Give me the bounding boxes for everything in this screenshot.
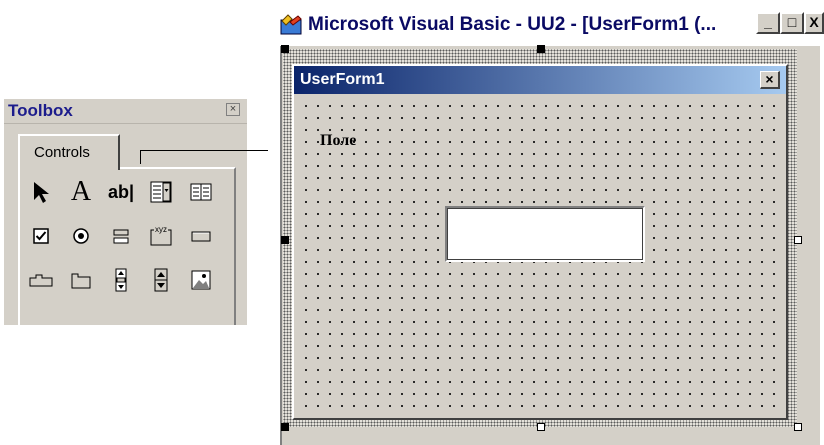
callout-label: Поле (320, 132, 357, 149)
togglebutton-icon (113, 229, 129, 244)
toolbox-close-button[interactable]: × (226, 103, 240, 116)
listbox-icon (190, 183, 212, 201)
commandbutton-tool-button[interactable] (184, 219, 218, 253)
label-icon: A (70, 176, 92, 207)
optionbutton-icon (73, 228, 89, 244)
tabstrip-icon (29, 274, 53, 287)
multipage-tool-button[interactable] (64, 263, 98, 297)
resize-handle-middle-left[interactable] (281, 236, 289, 244)
optionbutton-tool-button[interactable] (64, 219, 98, 253)
image-icon (191, 270, 211, 290)
combobox-tool-button[interactable] (144, 175, 178, 209)
combobox-icon (150, 181, 172, 203)
vb-titlebar[interactable]: Microsoft Visual Basic - UU2 - [UserForm… (268, 0, 824, 42)
toolbox-title: Toolbox (8, 101, 73, 120)
multipage-icon (71, 273, 91, 289)
spinbutton-icon (154, 268, 168, 292)
textbox-field[interactable] (445, 206, 645, 262)
frame-tool-button[interactable]: xyz (144, 219, 178, 253)
textbox-icon: ab| (107, 181, 135, 202)
callout-line-vertical (140, 150, 141, 164)
pointer-tool-button[interactable] (24, 175, 58, 209)
commandbutton-icon (191, 231, 211, 242)
toolbox-titlebar[interactable]: Toolbox × (4, 99, 247, 124)
userform-titlebar[interactable]: UserForm1 × (294, 66, 786, 94)
toolbox-controls-panel: A ab| xyz (18, 167, 236, 325)
tab-controls[interactable]: Controls (18, 134, 120, 170)
spinbutton-tool-button[interactable] (144, 263, 178, 297)
resize-handle-bottom-left[interactable] (281, 423, 289, 431)
resize-handle-bottom-right[interactable] (794, 423, 802, 431)
close-button[interactable]: X (804, 12, 824, 34)
minimize-button[interactable]: _ (756, 12, 780, 34)
resize-handle-top-left[interactable] (281, 45, 289, 53)
checkbox-tool-button[interactable] (24, 219, 58, 253)
listbox-tool-button[interactable] (184, 175, 218, 209)
image-tool-button[interactable] (184, 263, 218, 297)
maximize-button[interactable]: □ (780, 12, 804, 34)
vb-app-icon (280, 14, 304, 41)
resize-handle-middle-right[interactable] (794, 236, 802, 244)
vb-window-title: Microsoft Visual Basic - UU2 - [UserForm… (308, 14, 717, 35)
checkbox-icon (33, 228, 49, 244)
frame-icon-label: xyz (155, 225, 167, 234)
resize-handle-bottom-center[interactable] (537, 423, 545, 431)
togglebutton-tool-button[interactable] (104, 219, 138, 253)
resize-handle-top-center[interactable] (537, 45, 545, 53)
tabstrip-tool-button[interactable] (24, 263, 58, 297)
userform-title: UserForm1 (300, 71, 385, 88)
frame-icon: xyz (150, 225, 172, 246)
scrollbar-tool-button[interactable] (104, 263, 138, 297)
userform-close-button[interactable]: × (760, 71, 780, 89)
toolbox-window: Toolbox × Controls A ab| xyz (4, 99, 247, 325)
pointer-icon (34, 182, 49, 203)
label-tool-button[interactable]: A (64, 175, 98, 209)
tab-controls-label: Controls (34, 144, 90, 161)
scrollbar-icon (115, 268, 127, 292)
textbox-tool-button[interactable]: ab| (104, 175, 138, 209)
